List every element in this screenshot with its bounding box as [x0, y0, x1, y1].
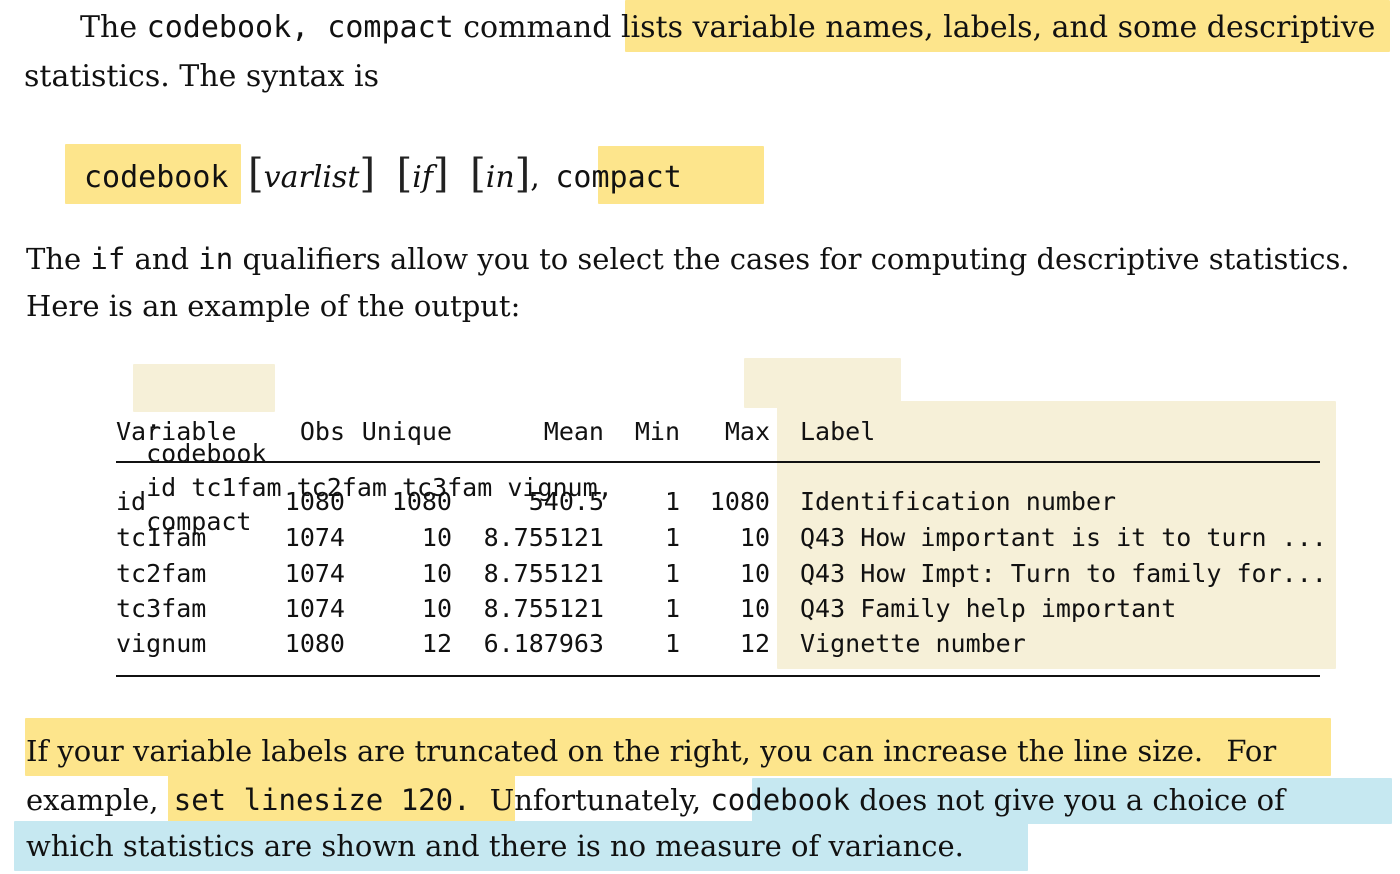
para3-truncated-sentence: If your variable labels are truncated on…: [26, 734, 1204, 768]
header-max: Max: [724, 417, 770, 446]
para3-line-1: If your variable labels are truncated on…: [26, 734, 1277, 768]
row-unique: 1080: [391, 487, 452, 516]
header-mean: Mean: [543, 417, 604, 446]
para2-line-1: The if and in qualifiers allow you to se…: [26, 242, 1350, 276]
intro-mid: command: [463, 10, 612, 45]
row-label: Q43 How important is it to turn ...: [800, 523, 1327, 552]
para2-in: in: [198, 242, 234, 276]
row-unique: 12: [421, 629, 452, 658]
header-rule: [116, 461, 1320, 463]
row-variable: id: [116, 487, 147, 516]
intro-line-1: The codebook, compact command lists vari…: [80, 8, 1375, 48]
row-variable: tc2fam: [116, 559, 207, 588]
intro-command: codebook, compact: [146, 10, 454, 45]
row-max: 10: [739, 594, 770, 623]
row-obs: 1074: [284, 594, 345, 623]
footer-rule: [116, 675, 1320, 677]
row-min: 1: [664, 559, 680, 588]
intro-prefix: The: [80, 10, 138, 45]
row-mean: 6.187963: [483, 629, 604, 658]
row-obs: 1080: [284, 629, 345, 658]
row-min: 1: [664, 629, 680, 658]
row-variable: vignum: [116, 629, 207, 658]
para3-set-linesize: set linesize 120.: [173, 783, 471, 817]
para3-line-3: which statistics are shown and there is …: [26, 829, 964, 863]
row-label: Q43 Family help important: [800, 594, 1177, 623]
syntax-if: if: [412, 160, 433, 195]
row-label: Identification number: [800, 487, 1117, 516]
header-unique: Unique: [361, 417, 452, 446]
syntax-varlist: varlist: [263, 160, 360, 195]
row-unique: 10: [421, 559, 452, 588]
syntax-in: in: [485, 160, 515, 195]
row-variable: tc1fam: [116, 523, 207, 552]
row-max: 12: [739, 629, 770, 658]
row-obs: 1080: [284, 487, 345, 516]
syntax-option: compact: [555, 160, 682, 195]
header-obs: Obs: [299, 417, 345, 446]
row-mean: 8.755121: [483, 594, 604, 623]
row-obs: 1074: [284, 523, 345, 552]
row-variable: tc3fam: [116, 594, 207, 623]
row-min: 1: [664, 487, 680, 516]
intro-highlighted-text: lists variable names, labels, and some d…: [620, 10, 1376, 45]
row-mean: 540.5: [528, 487, 604, 516]
para3-codebook: codebook: [710, 783, 850, 817]
row-unique: 10: [421, 523, 452, 552]
syntax-command: codebook: [84, 160, 229, 195]
syntax-line: codebook [varlist] [if] [in], compact: [84, 151, 682, 197]
row-max: 10: [739, 523, 770, 552]
row-unique: 10: [421, 594, 452, 623]
row-label: Vignette number: [800, 629, 1026, 658]
para2-if: if: [90, 242, 126, 276]
para3-line-2: example, set linesize 120. Unfortunately…: [26, 783, 1285, 817]
header-min: Min: [634, 417, 680, 446]
row-label: Q43 How Impt: Turn to family for...: [800, 559, 1327, 588]
row-max: 10: [739, 559, 770, 588]
row-min: 1: [664, 523, 680, 552]
header-label: Label: [800, 417, 876, 446]
row-mean: 8.755121: [483, 523, 604, 552]
row-obs: 1074: [284, 559, 345, 588]
header-variable: Variable: [116, 417, 237, 446]
row-mean: 8.755121: [483, 559, 604, 588]
row-min: 1: [664, 594, 680, 623]
para2-line-2: Here is an example of the output:: [26, 289, 521, 323]
row-max: 1080: [709, 487, 770, 516]
intro-line-2: statistics. The syntax is: [24, 59, 379, 94]
